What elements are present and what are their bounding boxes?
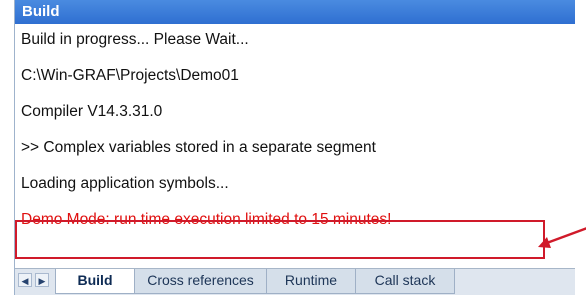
tab-call-stack[interactable]: Call stack — [355, 269, 455, 294]
scroll-right-icon[interactable]: ▶ — [35, 273, 49, 287]
tab-runtime[interactable]: Runtime — [266, 269, 356, 294]
tab-cross-references[interactable]: Cross references — [134, 269, 267, 294]
pointer-arrow-icon — [538, 227, 586, 248]
tab-strip: ◀ ▶ Build Cross references Runtime Call … — [15, 268, 575, 295]
warning-highlight-box — [15, 220, 545, 259]
output-line: >> Complex variables stored in a separat… — [21, 139, 376, 156]
output-line: C:\Win-GRAF\Projects\Demo01 — [21, 67, 239, 84]
output-line: Compiler V14.3.31.0 — [21, 103, 163, 120]
build-output-panel: Build Build in progress... Please Wait..… — [14, 0, 575, 295]
scroll-left-icon[interactable]: ◀ — [18, 273, 32, 287]
panel-title: Build — [15, 0, 575, 24]
tab-build[interactable]: Build — [55, 269, 135, 294]
output-line: Loading application symbols... — [21, 175, 229, 192]
output-line: Build in progress... Please Wait... — [21, 31, 249, 48]
